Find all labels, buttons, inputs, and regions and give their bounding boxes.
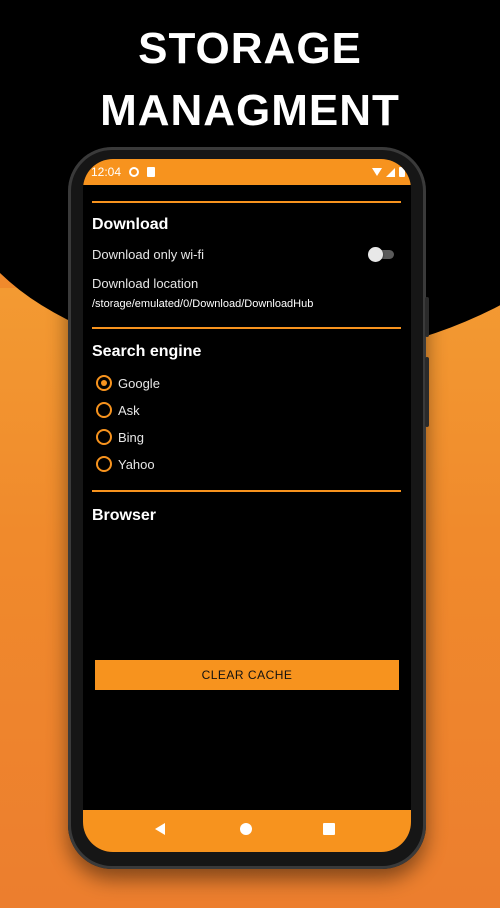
phone-side-button [425,297,429,337]
radio-yahoo[interactable]: Yahoo [96,456,155,472]
sync-icon [129,167,140,177]
divider [92,490,401,492]
radio-label: Bing [118,429,145,445]
battery-icon [399,167,405,177]
settings-content: Download Download only wi-fi Download lo… [83,185,411,800]
radio-label: Google [118,375,160,391]
promo-title-line1: STORAGE [138,24,362,73]
download-wifi-only-label: Download only wi-fi [92,247,204,262]
signal-icon [386,167,395,177]
radio-ask[interactable]: Ask [96,402,140,418]
radio-label: Yahoo [118,456,155,472]
promo-title: STORAGE MANAGMENT [0,18,500,142]
toggle-thumb [368,247,383,262]
radio-unchecked-icon [96,456,112,472]
back-icon[interactable] [155,823,165,835]
recents-icon[interactable] [323,823,335,835]
search-engine-section-title: Search engine [92,343,202,360]
promo-title-line2: MANAGMENT [100,86,400,135]
download-wifi-only-toggle[interactable] [368,247,396,262]
browser-section-title: Browser [92,507,157,524]
radio-label: Ask [118,402,140,418]
sd-card-icon [147,167,156,177]
radio-checked-icon [96,375,112,391]
home-icon[interactable] [240,823,252,835]
wifi-icon [372,168,382,176]
phone-frame: 12:04 Download Download only wi-fi Downl… [68,147,429,869]
download-location-path: /storage/emulated/0/Download/DownloadHub [92,298,314,310]
download-location-label[interactable]: Download location [92,276,198,291]
phone-screen: 12:04 Download Download only wi-fi Downl… [83,159,411,852]
status-time: 12:04 [91,165,122,179]
navigation-bar [83,810,411,852]
divider [92,327,401,329]
download-section-title: Download [92,216,169,233]
phone-volume-button [425,357,429,427]
radio-bing[interactable]: Bing [96,429,144,445]
radio-unchecked-icon [96,402,112,418]
radio-google[interactable]: Google [96,375,160,391]
clear-cache-button[interactable]: CLEAR CACHE [95,660,399,690]
radio-unchecked-icon [96,429,112,445]
status-bar: 12:04 [83,159,411,185]
divider [92,201,401,203]
